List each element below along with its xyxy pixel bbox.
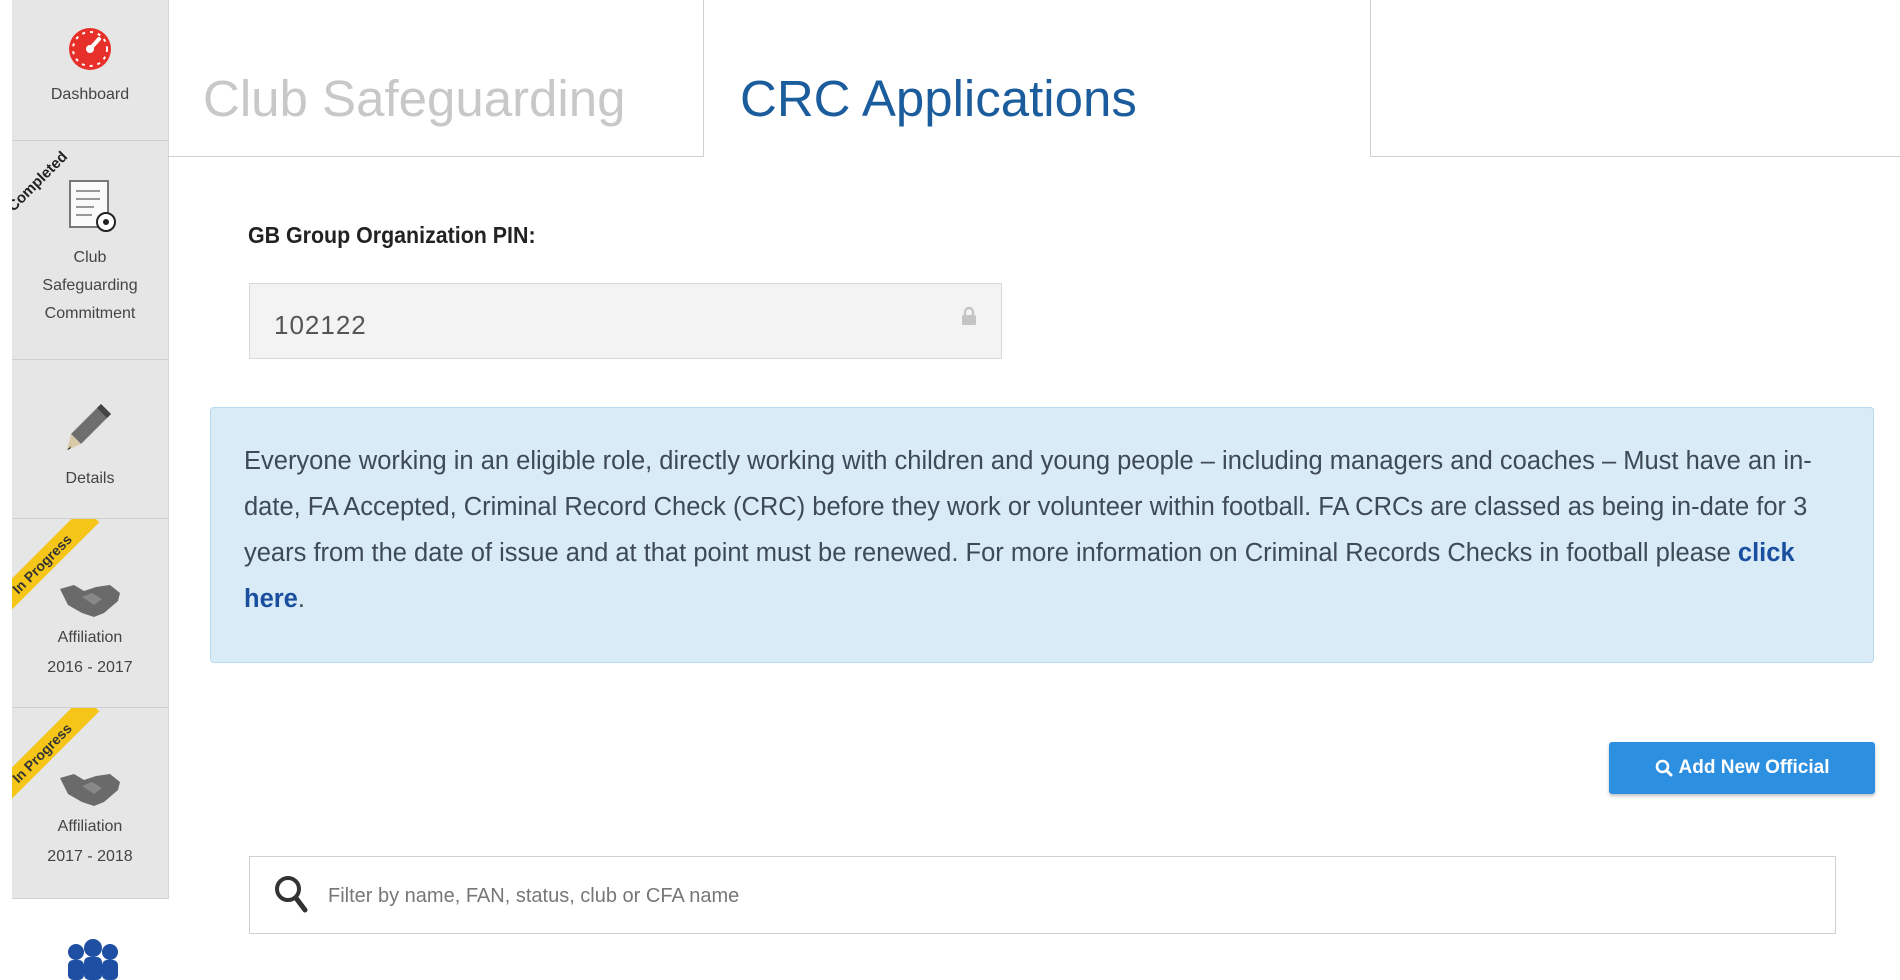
sidebar: Dashboard Completed Club Safeguarding Co… <box>0 0 169 980</box>
info-alert: Everyone working in an eligible role, di… <box>210 407 1874 663</box>
search-icon <box>1655 759 1673 777</box>
pin-label: GB Group Organization PIN: <box>248 222 536 248</box>
info-body: Everyone working in an eligible role, di… <box>244 447 1812 567</box>
sidebar-item-affiliation-2017-2018[interactable]: In Progress Affiliation 2017 - 2018 <box>12 708 169 899</box>
people-group-icon <box>68 939 118 980</box>
sidebar-item-label: Dashboard <box>50 86 130 103</box>
sidebar-item-label: Safeguarding <box>42 277 138 294</box>
tab-club-safeguarding[interactable]: Club Safeguarding <box>168 0 703 156</box>
sidebar-item-club-safeguarding-commitment[interactable]: Completed Club Safeguarding Commitment <box>12 141 169 360</box>
info-text: Everyone working in an eligible role, di… <box>244 438 1854 622</box>
sidebar-item-dashboard[interactable]: Dashboard <box>12 0 169 141</box>
tab-bar: Club Safeguarding CRC Applications <box>168 0 1900 157</box>
sidebar-item-label: 2017 - 2018 <box>47 848 133 865</box>
filter-box <box>249 856 1836 934</box>
sidebar-item-label: Commitment <box>44 305 136 322</box>
sidebar-item-label: Affiliation <box>57 818 123 835</box>
sidebar-item-label: Affiliation <box>57 629 123 646</box>
tab-crc-applications[interactable]: CRC Applications <box>703 0 1371 157</box>
handshake-icon <box>60 585 120 617</box>
document-football-icon <box>69 180 116 232</box>
tab-label: Club Safeguarding <box>203 70 626 127</box>
sidebar-item-label: Club <box>73 249 107 266</box>
sidebar-item-label: Details <box>65 470 115 487</box>
speedometer-icon <box>69 28 111 70</box>
add-new-official-button[interactable]: Add New Official <box>1609 742 1875 794</box>
tab-label: CRC Applications <box>740 70 1137 127</box>
lock-icon <box>962 306 976 325</box>
pin-field: 102122 <box>249 283 1002 359</box>
pencil-icon <box>67 404 111 450</box>
search-icon <box>275 876 308 913</box>
info-end: . <box>297 585 305 613</box>
sidebar-item-label: 2016 - 2017 <box>47 659 133 676</box>
sidebar-item-affiliation-2016-2017[interactable]: In Progress Affiliation 2016 - 2017 <box>12 519 169 708</box>
sidebar-item-details[interactable]: Details <box>12 360 169 519</box>
add-new-official-label: Add New Official <box>1678 757 1830 778</box>
filter-input[interactable] <box>326 871 1810 921</box>
handshake-icon <box>60 774 120 806</box>
pin-value: 102122 <box>274 310 367 340</box>
